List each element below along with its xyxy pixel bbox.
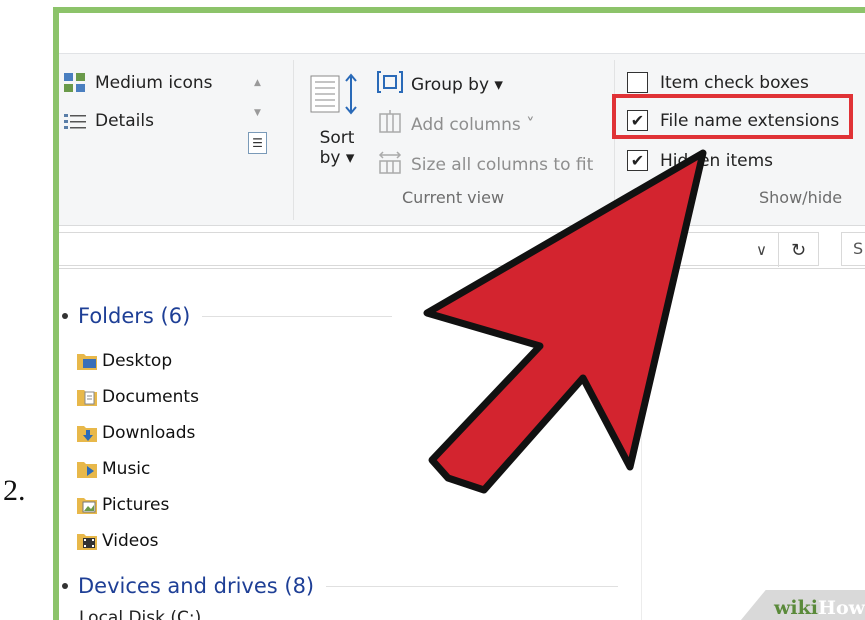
item-check-boxes-label: Item check boxes (660, 72, 809, 93)
address-field[interactable]: ∨ ↻ (59, 232, 819, 267)
address-bar: ∨ ↻ S (59, 229, 865, 269)
videos-folder-icon (76, 530, 98, 552)
downloads-folder-icon (76, 422, 98, 444)
watermark-part1: wiki (774, 597, 819, 619)
sort-by-label-line2: by ▾ (319, 148, 355, 168)
scroll-down-button[interactable]: ▼ (248, 102, 267, 124)
current-view-group-label: Current view (402, 188, 505, 207)
sort-icon (309, 73, 365, 122)
folder-item-videos[interactable]: Videos (76, 530, 159, 552)
add-columns-icon (377, 110, 403, 139)
folders-heading: Folders (6) (78, 304, 191, 328)
folder-name: Desktop (102, 351, 173, 371)
scroll-up-button[interactable]: ▲ (248, 72, 267, 94)
hidden-items-option[interactable]: ✔ Hidden items (627, 150, 773, 171)
folder-item-downloads[interactable]: Downloads (76, 422, 195, 444)
folder-name: Pictures (102, 495, 170, 515)
content-pane: Folders (6) Desktop Documents Downloads (59, 270, 865, 620)
section-divider (202, 315, 393, 317)
drive-item-local-disk[interactable]: Local Disk (C:) (79, 608, 201, 620)
pictures-folder-icon (76, 494, 98, 516)
address-dropdown-icon[interactable]: ∨ (756, 241, 767, 259)
medium-icons-icon (63, 72, 87, 94)
item-check-boxes-checkbox[interactable] (627, 72, 648, 93)
wikihow-watermark: wiki How (736, 590, 865, 620)
step-number: 2. (3, 474, 26, 507)
sort-by-label-line1: Sort (319, 128, 355, 148)
group-separator (293, 60, 294, 220)
folder-item-documents[interactable]: Documents (76, 386, 199, 408)
layout-medium-icons[interactable]: Medium icons (63, 72, 212, 94)
search-input[interactable]: S (841, 232, 865, 266)
group-separator (614, 60, 615, 220)
desktop-folder-icon (76, 350, 98, 372)
documents-folder-icon (76, 386, 98, 408)
folder-item-desktop[interactable]: Desktop (76, 350, 172, 372)
folder-item-music[interactable]: Music (76, 458, 150, 480)
devices-section-header[interactable]: Devices and drives (8) (62, 574, 619, 598)
group-by-icon (377, 70, 403, 99)
group-by-label: Group by ▾ (411, 74, 503, 95)
medium-icons-label: Medium icons (95, 73, 213, 93)
add-columns-label: Add columns ˅ (411, 114, 535, 135)
watermark-part2: How (818, 597, 865, 619)
folder-name: Downloads (102, 423, 196, 443)
devices-heading: Devices and drives (8) (78, 574, 315, 598)
details-icon (63, 110, 87, 132)
folders-section-header[interactable]: Folders (6) (62, 304, 393, 328)
section-divider (326, 585, 619, 587)
group-by-button[interactable]: Group by ▾ (377, 70, 503, 99)
layout-gallery-scroll: ▲ ▼ ☰ (248, 72, 269, 168)
file-name-extensions-highlight (612, 94, 853, 139)
show-hide-group-label: Show/hide (759, 188, 843, 207)
size-all-columns-label: Size all columns to fit (411, 154, 594, 175)
expand-gallery-button[interactable]: ☰ (248, 132, 267, 154)
explorer-window: Medium icons Details ▲ ▼ ☰ Sort by ▾ Gro… (53, 7, 865, 620)
pane-divider (641, 270, 642, 620)
size-all-columns-button[interactable]: Size all columns to fit (377, 150, 593, 179)
hidden-items-checkbox[interactable]: ✔ (627, 150, 648, 171)
sort-by-button[interactable]: Sort by ▾ (307, 72, 367, 182)
folder-item-pictures[interactable]: Pictures (76, 494, 169, 516)
hidden-items-label: Hidden items (660, 150, 773, 171)
size-columns-icon (377, 150, 403, 179)
music-folder-icon (76, 458, 98, 480)
refresh-icon[interactable]: ↻ (778, 233, 818, 267)
view-ribbon: Medium icons Details ▲ ▼ ☰ Sort by ▾ Gro… (59, 53, 865, 226)
item-check-boxes-option[interactable]: Item check boxes (627, 72, 809, 93)
add-columns-button[interactable]: Add columns ˅ (377, 110, 535, 139)
folder-name: Music (102, 459, 151, 479)
layout-details[interactable]: Details (63, 110, 154, 132)
folder-name: Videos (102, 531, 159, 551)
collapse-bullet-icon (62, 583, 68, 589)
details-label: Details (95, 111, 154, 131)
folder-name: Documents (102, 387, 199, 407)
collapse-bullet-icon (62, 313, 68, 319)
